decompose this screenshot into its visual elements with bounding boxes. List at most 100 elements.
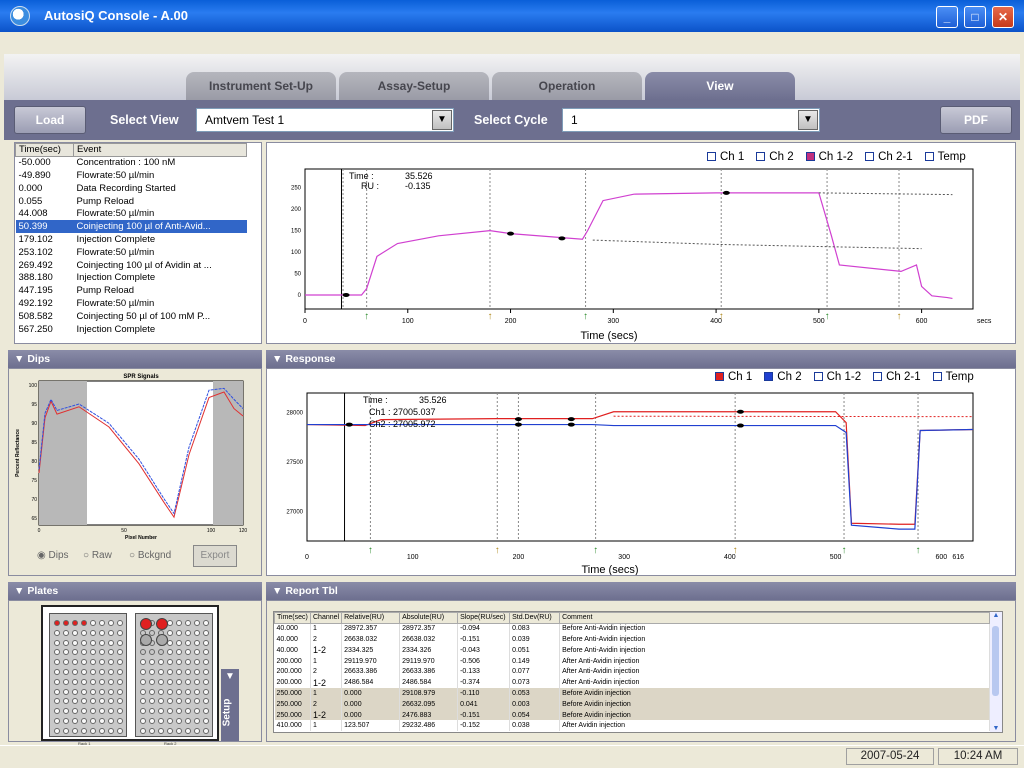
plate-well[interactable] (81, 678, 87, 685)
plate-well[interactable] (63, 649, 69, 656)
plate-well[interactable] (108, 649, 114, 656)
plate-well[interactable] (185, 649, 191, 656)
dips-chart[interactable]: SPR Signals Pixel Number Percent Reflectan… (13, 371, 253, 541)
plate-well[interactable] (90, 639, 96, 646)
plate-well[interactable] (72, 698, 78, 705)
plate-well[interactable] (167, 698, 173, 705)
plate-well[interactable] (72, 639, 78, 646)
vial[interactable] (156, 618, 168, 630)
plate-well[interactable] (90, 688, 96, 695)
report-col-header[interactable]: Channel (309, 612, 343, 624)
plate-well[interactable] (81, 718, 87, 724)
plate-well[interactable] (194, 678, 200, 685)
plate-well[interactable] (63, 708, 69, 715)
plate-well[interactable] (203, 620, 209, 626)
plate-well[interactable] (81, 698, 87, 705)
plate-well[interactable] (54, 620, 60, 626)
plate-well[interactable] (140, 659, 146, 666)
plate-well[interactable] (194, 669, 200, 675)
plate-well[interactable] (63, 718, 69, 724)
plate-well[interactable] (194, 629, 200, 636)
plate-well[interactable] (99, 649, 105, 656)
plate-well[interactable] (108, 620, 114, 626)
plate-well[interactable] (149, 659, 155, 666)
plate-well[interactable] (185, 727, 191, 734)
plate-well[interactable] (203, 718, 209, 724)
plate-well[interactable] (149, 688, 155, 695)
plate-well[interactable] (194, 639, 200, 646)
plate-well[interactable] (149, 649, 155, 656)
plate-well[interactable] (108, 718, 114, 724)
title-bar[interactable]: AutosiQ Console - A.00 _ □ ✕ (0, 0, 1024, 32)
plate-well[interactable] (176, 727, 182, 734)
report-col-header[interactable]: Slope(RU/sec) (457, 612, 511, 624)
plate-well[interactable] (99, 659, 105, 666)
maximize-button[interactable]: □ (964, 6, 986, 28)
plate-well[interactable] (176, 688, 182, 695)
event-row[interactable]: 492.192 Flowrate:50 µl/min (16, 297, 247, 310)
plate-well[interactable] (203, 698, 209, 705)
plate-well[interactable] (203, 678, 209, 685)
plate-well[interactable] (108, 639, 114, 646)
plate-well[interactable] (158, 669, 164, 675)
export-button[interactable]: Export (193, 545, 237, 567)
plate-well[interactable] (108, 659, 114, 666)
plate-well[interactable] (90, 718, 96, 724)
plate-well[interactable] (158, 727, 164, 734)
response-chart[interactable]: 0 100 200 300 400 500 600 616280002750027000↑ ↑ ↑… (267, 369, 1015, 575)
plate-well[interactable] (54, 688, 60, 695)
plate-well[interactable] (185, 639, 191, 646)
event-row[interactable]: 0.055 Pump Reload (16, 195, 247, 208)
report-header[interactable]: ▼ Report Tbl (266, 582, 1016, 600)
plate-well[interactable] (72, 718, 78, 724)
plate-well[interactable] (90, 708, 96, 715)
event-row[interactable]: -50.000 Concentration : 100 nM (16, 156, 247, 169)
plate-well[interactable] (99, 698, 105, 705)
plate-well[interactable] (140, 698, 146, 705)
plate-well[interactable] (149, 708, 155, 715)
plate-well[interactable] (167, 678, 173, 685)
plate-well[interactable] (158, 718, 164, 724)
plate-well[interactable] (176, 659, 182, 666)
plate-well[interactable] (90, 649, 96, 656)
plate-well[interactable] (81, 727, 87, 734)
plate-well[interactable] (194, 688, 200, 695)
vial[interactable] (156, 634, 168, 646)
plate-well[interactable] (167, 669, 173, 675)
report-col-header[interactable]: Relative(RU) (341, 612, 401, 624)
plate-well[interactable] (140, 718, 146, 724)
close-button[interactable]: ✕ (992, 6, 1014, 28)
plate-well[interactable] (194, 718, 200, 724)
plate-well[interactable] (90, 669, 96, 675)
chevron-down-icon[interactable]: ▼ (798, 110, 818, 130)
radio-bckgnd[interactable]: ○ Bckgnd (129, 550, 171, 561)
plate-well[interactable] (117, 698, 123, 705)
plate-well[interactable] (117, 629, 123, 636)
plate-well[interactable] (149, 698, 155, 705)
minimize-button[interactable]: _ (936, 6, 958, 28)
plate-well[interactable] (176, 698, 182, 705)
plate-well[interactable] (54, 698, 60, 705)
plate-well[interactable] (81, 669, 87, 675)
report-row[interactable]: 200.000 1 29119.970 29119.970 -0.506 0.149 Aft… (274, 655, 990, 667)
plate-well[interactable] (90, 659, 96, 666)
plate-well[interactable] (167, 727, 173, 734)
col-header-event[interactable]: Event (73, 143, 247, 157)
plate-well[interactable] (176, 639, 182, 646)
plate-well[interactable] (167, 649, 173, 656)
report-row[interactable]: 40.000 1-2 2334.325 2334.326 -0.043 0.051 Befo… (274, 644, 990, 656)
plate-well[interactable] (63, 629, 69, 636)
plate-well[interactable] (158, 698, 164, 705)
tab-operation[interactable]: Operation (492, 72, 642, 100)
plate-well[interactable] (185, 688, 191, 695)
plate-well[interactable] (140, 649, 146, 656)
plate-well[interactable] (72, 727, 78, 734)
report-row[interactable]: 200.000 1-2 2486.584 2486.584 -0.374 0.073 Aft… (274, 677, 990, 689)
plate-well[interactable] (72, 659, 78, 666)
plate-well[interactable] (108, 678, 114, 685)
plate-well[interactable] (158, 649, 164, 656)
plate-well[interactable] (81, 688, 87, 695)
report-scrollbar[interactable]: ▲ ▼ (990, 612, 1002, 732)
setup-side-tab[interactable]: ▼ Setup (221, 669, 239, 741)
plate-well[interactable] (63, 698, 69, 705)
